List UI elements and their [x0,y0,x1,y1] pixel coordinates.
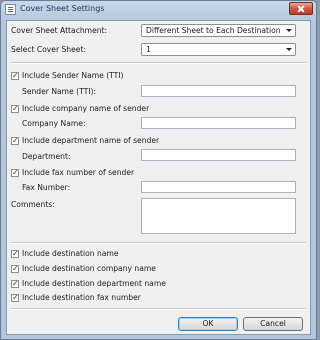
include-fax-number-checkbox[interactable] [11,168,19,177]
fax-number-field-label: Fax Number: [22,183,71,192]
select-sheet-label: Select Cover Sheet: [11,45,87,54]
include-company-name-label: Include company name of sender [22,104,150,113]
cancel-button[interactable]: Cancel [243,317,303,331]
include-sender-name-label: Include Sender Name (TTI) [22,71,124,80]
include-department-checkbox[interactable] [11,136,19,145]
include-destination-fax-label: Include destination fax number [22,293,141,302]
include-fax-number-label: Include fax number of sender [22,168,135,177]
sender-name-field-label: Sender Name (TTI): [22,87,97,96]
comments-label: Comments: [11,200,55,209]
ok-button[interactable]: OK [178,317,238,331]
include-department-label: Include department name of sender [22,136,160,145]
dialog-body: Cover Sheet Attachment: Different Sheet … [6,20,311,335]
close-button[interactable] [289,2,313,15]
document-icon [5,4,16,15]
include-sender-name-checkbox[interactable] [11,71,19,80]
attachment-selected-value: Different Sheet to Each Destination [146,26,281,35]
attachment-label: Cover Sheet Attachment: [11,26,108,35]
divider [11,308,306,310]
title-bar[interactable]: Cover Sheet Settings [1,1,316,19]
include-destination-company-checkbox[interactable] [11,264,19,273]
chevron-down-icon [283,44,295,55]
attachment-select[interactable]: Different Sheet to Each Destination [141,24,296,37]
chevron-down-icon [283,25,295,36]
cover-sheet-selected-value: 1 [146,45,151,54]
department-field-label: Department: [22,152,71,161]
company-name-input[interactable] [141,117,296,129]
company-name-field-label: Company Name: [22,119,86,128]
window-title: Cover Sheet Settings [20,4,105,13]
include-destination-department-label: Include destination department name [22,279,166,288]
include-destination-fax-checkbox[interactable] [11,293,19,302]
divider [11,242,306,244]
include-destination-name-checkbox[interactable] [11,249,19,258]
cover-sheet-settings-dialog: Cover Sheet Settings Cover Sheet Attachm… [0,0,317,340]
cover-sheet-select[interactable]: 1 [141,43,296,56]
include-company-name-checkbox[interactable] [11,104,19,113]
comments-textarea[interactable] [141,198,296,234]
sender-name-input[interactable] [141,85,296,97]
divider [11,62,306,64]
department-input[interactable] [141,149,296,161]
include-destination-name-label: Include destination name [22,249,119,258]
include-destination-company-label: Include destination company name [22,264,156,273]
include-destination-department-checkbox[interactable] [11,279,19,288]
fax-number-input[interactable] [141,181,296,193]
